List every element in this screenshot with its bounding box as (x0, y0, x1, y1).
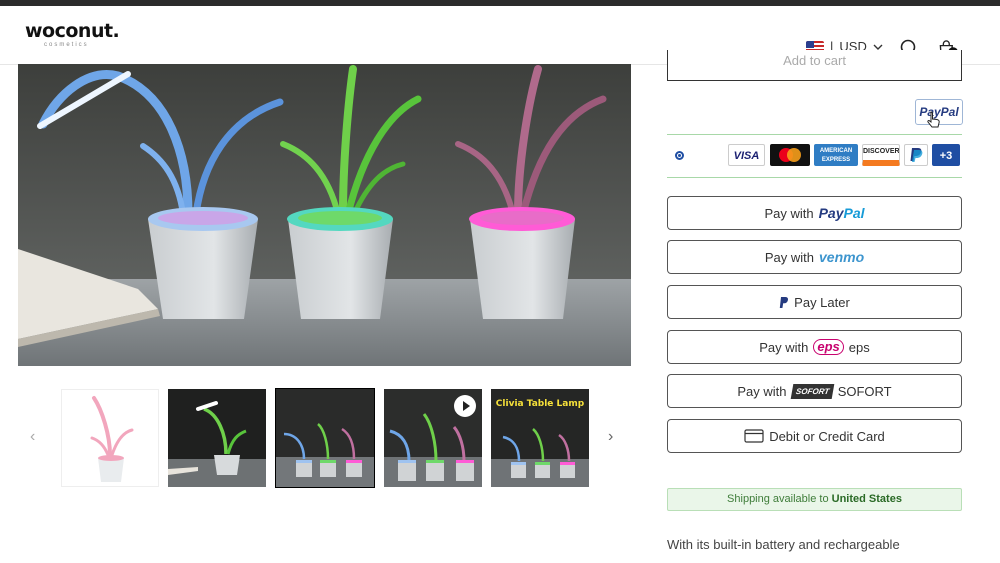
visa-logo: VISA (728, 144, 765, 166)
card-payment-option[interactable]: VISA AMERICAN EXPRESS DISCOVER +3 (667, 134, 962, 178)
thumbnail-1[interactable] (61, 389, 159, 487)
shipping-availability-banner: Shipping available to United States (667, 488, 962, 511)
shipping-country: United States (831, 493, 902, 505)
thumbnail-5[interactable]: Clivia Table Lamp (491, 389, 589, 487)
paypal-wordmark: PayPal (819, 205, 865, 221)
pay-with-label: Pay with (759, 339, 809, 355)
pay-later-label: Pay Later (794, 294, 850, 310)
green-lamp-thumbnail-image (168, 401, 266, 487)
more-cards-badge: +3 (932, 144, 960, 166)
thumbnail-banner-text: Clivia Table Lamp (495, 399, 585, 409)
pay-with-paypal-button[interactable]: Pay with PayPal (667, 196, 962, 230)
venmo-wordmark: venmo (819, 249, 865, 265)
site-logo[interactable]: woconut. (25, 20, 120, 42)
pay-with-label: Pay with (764, 249, 814, 265)
pink-lamp-thumbnail-image (90, 396, 134, 482)
pay-with-eps-button[interactable]: Pay with eps eps (667, 330, 962, 364)
hand-cursor-icon (927, 111, 940, 128)
add-to-cart-button[interactable]: Add to cart (667, 50, 962, 81)
pay-with-venmo-button[interactable]: Pay with venmo (667, 240, 962, 274)
discover-logo: DISCOVER (862, 144, 900, 166)
paypal-p-icon (779, 296, 789, 308)
paypal-wordmark-pal: Pal (843, 205, 865, 221)
three-lamps-thumbnail-image (276, 423, 374, 487)
thumbnail-next-arrow[interactable]: › (608, 428, 613, 446)
card-option-radio[interactable] (675, 151, 684, 160)
pay-with-sofort-button[interactable]: Pay with SOFORT SOFORT (667, 374, 962, 408)
debit-credit-card-label: Debit or Credit Card (769, 428, 885, 444)
pay-with-label: Pay with (764, 205, 814, 221)
add-to-cart-label: Add to cart (783, 53, 846, 68)
debit-credit-card-button[interactable]: Debit or Credit Card (667, 419, 962, 453)
thumbnail-prev-arrow[interactable]: ‹ (30, 428, 35, 446)
lamp-photo-image (18, 64, 631, 366)
thumbnail-4-video[interactable] (384, 389, 482, 487)
site-logo-subtitle: cosmetics (44, 42, 89, 48)
pay-later-button[interactable]: Pay Later (667, 285, 962, 319)
paypal-wordmark-pay: Pay (818, 205, 844, 221)
product-description: With its built-in battery and rechargeab… (667, 537, 900, 552)
eps-logo: eps (813, 339, 844, 355)
pay-with-label: Pay with (737, 383, 787, 399)
paypal-small-logo (904, 144, 928, 166)
shipping-prefix: Shipping available to (727, 493, 829, 505)
thumbnail-2[interactable] (168, 389, 266, 487)
thumbnail-3-selected[interactable] (275, 388, 375, 488)
mastercard-circles-icon (779, 148, 801, 162)
amex-logo: AMERICAN EXPRESS (814, 144, 858, 166)
product-main-image[interactable] (18, 64, 631, 366)
sofort-logo: SOFORT (790, 383, 835, 399)
eps-label: eps (848, 339, 870, 355)
mastercard-logo (770, 144, 810, 166)
paypal-p-icon (910, 148, 923, 162)
credit-card-icon (744, 429, 764, 443)
sofort-label: SOFORT (837, 383, 892, 399)
play-icon[interactable] (454, 395, 476, 417)
